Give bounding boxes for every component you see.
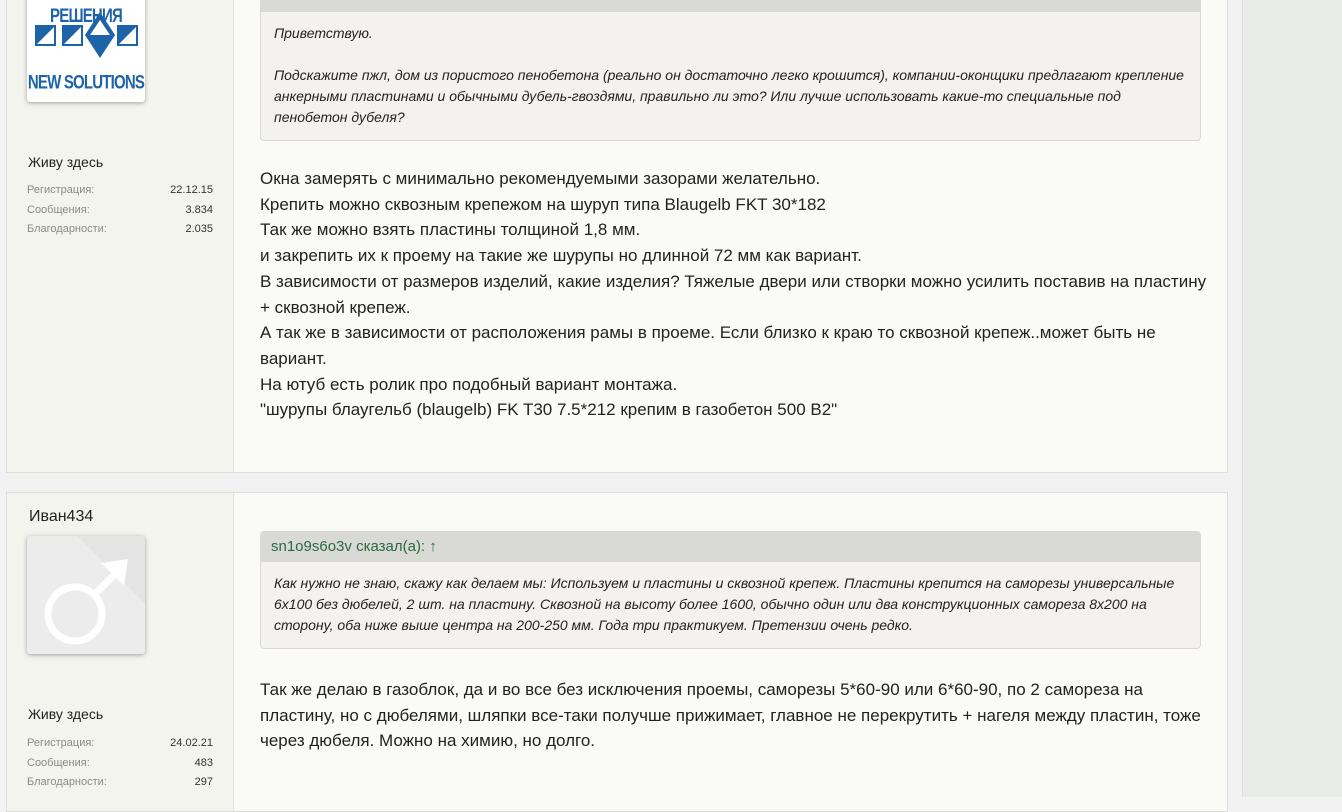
avatar-bottom-text: NEW SOLUTIONS [27,71,145,94]
stat-label[interactable]: Сообщения: [27,754,90,774]
quote-block: Приветствую. Подскажите пжл, дом из пори… [260,0,1201,141]
stat-row-thanks: Благодарности: 297 [27,773,213,793]
post-message: Окна замерять с минимально рекомендуемым… [260,166,1210,423]
stat-value[interactable]: 2.035 [185,220,213,240]
stat-label: Регистрация: [27,737,95,749]
quote-line: Подскажите пжл, дом из пористого пенобет… [274,67,1184,125]
stat-value[interactable]: 3.834 [185,201,213,221]
post-message: Так же делаю в газоблок, да и во все без… [260,677,1210,754]
stat-row-registration: Регистрация: 22.12.15 [27,181,213,201]
stat-row-thanks: Благодарности: 2.035 [27,220,213,240]
user-info-column: НОВЫЕ РЕШЕНИЯ NEW SOLUTIONS Живу здесь Р… [7,0,234,472]
message-line: В зависимости от размеров изделий, какие… [260,271,1207,317]
message-line: На ютуб есть ролик про подобный вариант … [260,374,678,394]
quote-author-link[interactable]: sn1o9s6o3v сказал(а): ↑ [261,532,1200,562]
stat-value: 24.02.21 [170,737,213,749]
quote-line: Приветствую. [274,25,373,41]
quote-block: sn1o9s6o3v сказал(а): ↑ Как нужно не зна… [260,531,1201,649]
stat-row-messages: Сообщения: 483 [27,754,213,774]
forum-post: НОВЫЕ РЕШЕНИЯ NEW SOLUTIONS Живу здесь Р… [6,0,1228,473]
stat-row-registration: Регистрация: 24.02.21 [27,734,213,754]
forum-post: Иван434 Живу здесь Регистрация: 24.02.21… [6,492,1228,812]
avatar[interactable] [27,536,145,654]
message-line: "шурупы блаугельб (blaugelb) FK T30 7.5*… [260,400,838,420]
message-line: Так же можно взять пластины толщиной 1,8… [260,220,641,240]
right-sidebar [1242,0,1342,797]
message-line: и закрепить их к проему на такие же шуру… [260,246,862,266]
stat-label[interactable]: Благодарности: [27,773,107,793]
username[interactable]: Иван434 [29,508,93,526]
message-line: Так же делаю в газоблок, да и во все без… [260,680,1201,751]
stat-value[interactable]: 483 [195,754,213,774]
quote-body: Как нужно не знаю, скажу как делаем мы: … [261,562,1200,648]
stat-value[interactable]: 297 [195,773,213,793]
message-line: Крепить можно сквозным крепежом на шуруп… [260,194,826,214]
user-title: Живу здесь [28,706,104,722]
stat-label[interactable]: Благодарности: [27,220,107,240]
avatar[interactable]: НОВЫЕ РЕШЕНИЯ NEW SOLUTIONS [27,0,145,102]
stat-value: 22.12.15 [170,184,213,196]
user-stats: Регистрация: 22.12.15 Сообщения: 3.834 Б… [27,181,213,240]
stat-label[interactable]: Сообщения: [27,201,90,221]
user-title: Живу здесь [28,154,104,170]
message-line: А так же в зависимости от расположения р… [260,323,1156,368]
user-stats: Регистрация: 24.02.21 Сообщения: 483 Бла… [27,734,213,793]
stat-label: Регистрация: [27,184,95,196]
stat-row-messages: Сообщения: 3.834 [27,201,213,221]
quote-text: Как нужно не знаю, скажу как делаем мы: … [274,575,1175,633]
user-info-column: Иван434 Живу здесь Регистрация: 24.02.21… [7,493,234,811]
message-line: Окна замерять с минимально рекомендуемым… [260,169,821,188]
quote-body: Приветствую. Подскажите пжл, дом из пори… [261,12,1200,140]
quote-header [261,0,1200,12]
male-symbol-icon [27,536,145,654]
